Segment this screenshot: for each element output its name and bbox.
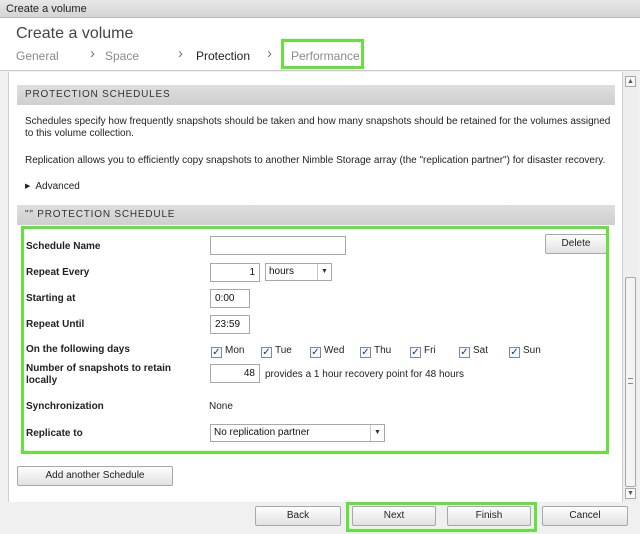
scroll-up-icon[interactable]: ▲ [625,76,636,87]
snapshots-label: Number of snapshots to retain locally [26,363,172,386]
add-schedule-button[interactable]: Add another Schedule [17,466,173,486]
step-separator-icon: › [90,45,95,62]
starting-at-label: Starting at [26,293,76,304]
checkbox-checked-icon: ✓ [310,347,321,358]
days-label: On the following days [26,344,130,355]
scroll-down-icon[interactable]: ▼ [625,488,636,499]
checkbox-checked-icon: ✓ [360,347,371,358]
day-checkbox-sun[interactable]: ✓ Sun [509,344,541,358]
chevron-down-icon: ▼ [317,264,331,280]
day-checkbox-sat[interactable]: ✓ Sat [459,344,488,358]
checkbox-checked-icon: ✓ [261,347,272,358]
window-titlebar: Create a volume [0,0,640,18]
day-label: Sat [473,345,489,356]
finish-button[interactable]: Finish [447,506,531,526]
back-button[interactable]: Back [255,506,341,526]
step-performance[interactable]: Performance [291,49,360,63]
snapshots-hint: provides a 1 hour recovery point for 48 … [265,369,464,380]
schedule-name-input[interactable] [210,236,346,255]
checkbox-checked-icon: ✓ [211,347,222,358]
day-checkbox-wed[interactable]: ✓ Wed [310,344,344,358]
step-separator-icon: › [267,45,272,62]
repeat-unit-value: hours [269,266,295,277]
step-protection[interactable]: Protection [196,49,250,63]
repeat-until-label: Repeat Until [26,319,85,330]
replicate-to-label: Replicate to [26,428,83,439]
replicate-to-value: No replication partner [214,427,310,438]
next-button[interactable]: Next [352,506,436,526]
repeat-unit-select[interactable]: hours ▼ [265,263,332,281]
wizard-header: Create a volume General › Space › Protec… [0,18,640,71]
advanced-toggle[interactable]: ▶ Advanced [25,181,80,192]
replication-description: Replication allows you to efficiently co… [25,155,606,166]
snapshots-input[interactable] [210,364,260,383]
highlight-schedule-form [21,226,609,454]
grip-icon [628,378,633,384]
replicate-to-select[interactable]: No replication partner ▼ [210,424,385,442]
scrollbar-thumb[interactable] [625,277,636,487]
cancel-button[interactable]: Cancel [542,506,628,526]
day-checkbox-fri[interactable]: ✓ Fri [410,344,436,358]
advanced-label: Advanced [35,181,80,192]
repeat-every-input[interactable] [210,263,260,282]
starting-at-input[interactable] [210,289,250,308]
checkbox-checked-icon: ✓ [410,347,421,358]
chevron-down-icon: ▼ [370,425,384,441]
page-title: Create a volume [16,25,134,42]
day-label: Thu [374,345,392,356]
triangle-right-icon: ▶ [25,183,31,190]
day-label: Tue [275,345,292,356]
checkbox-checked-icon: ✓ [459,347,470,358]
protection-schedules-header: PROTECTION SCHEDULES [17,85,615,105]
schedule-name-label: Schedule Name [26,241,101,252]
day-checkbox-tue[interactable]: ✓ Tue [261,344,292,358]
day-label: Mon [225,345,245,356]
step-general[interactable]: General [16,49,59,63]
main-content: PROTECTION SCHEDULES Schedules specify h… [8,72,622,502]
repeat-until-input[interactable] [210,315,250,334]
schedules-description: Schedules specify how frequently snapsho… [25,116,611,139]
wizard-footer: Back Next Finish Cancel [0,502,640,534]
day-checkbox-thu[interactable]: ✓ Thu [360,344,391,358]
step-space[interactable]: Space [105,49,139,63]
synchronization-value: None [209,401,233,412]
day-checkbox-mon[interactable]: ✓ Mon [211,344,244,358]
repeat-every-label: Repeat Every [26,267,90,278]
step-separator-icon: › [178,45,183,62]
vertical-scrollbar[interactable]: ▲ ▼ [622,72,638,502]
checkbox-checked-icon: ✓ [509,347,520,358]
protection-schedule-header: "" PROTECTION SCHEDULE [17,205,615,225]
day-label: Sun [523,345,541,356]
synchronization-label: Synchronization [26,401,104,412]
window-title: Create a volume [6,3,87,15]
delete-button[interactable]: Delete [545,234,607,254]
day-label: Fri [424,345,436,356]
day-label: Wed [324,345,345,356]
